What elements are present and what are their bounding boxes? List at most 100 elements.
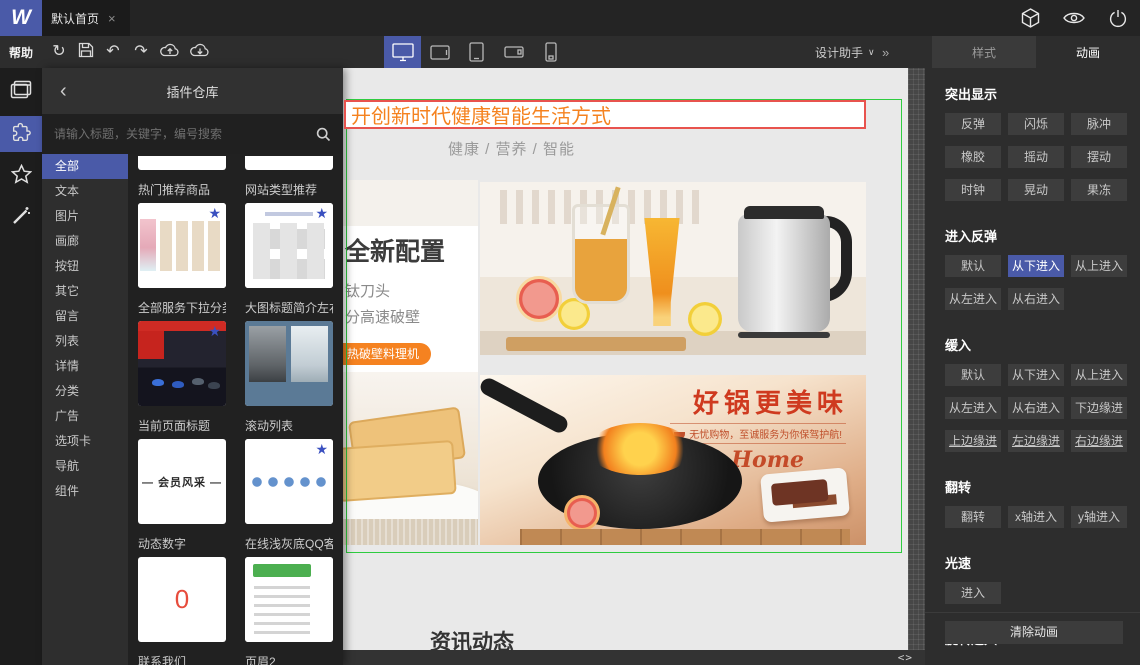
sidebar-pages-button[interactable] <box>0 74 42 110</box>
tab-style[interactable]: 样式 <box>932 36 1036 68</box>
animation-button[interactable]: 从左进入 <box>945 288 1001 310</box>
animation-button[interactable]: 从上进入 <box>1071 255 1127 277</box>
category-item[interactable]: 图片 <box>42 204 128 229</box>
animation-button[interactable]: 从左进入 <box>945 397 1001 419</box>
refresh-icon[interactable]: ↻ <box>50 37 68 67</box>
category-item[interactable]: 全部 <box>42 154 128 179</box>
category-item[interactable]: 选项卡 <box>42 429 128 454</box>
back-icon[interactable]: ‹ <box>60 68 67 114</box>
animation-button[interactable]: 默认 <box>945 364 1001 386</box>
promo-button[interactable]: 热破壁料理机 <box>343 343 432 365</box>
plugin-card[interactable]: 大图标题简介左右切... <box>245 288 333 406</box>
animation-button[interactable]: 进入 <box>945 582 1001 604</box>
sidebar-tools-button[interactable] <box>0 200 42 236</box>
animation-button[interactable]: 翻转 <box>945 506 1001 528</box>
device-phone-portrait-button[interactable] <box>532 36 569 68</box>
animation-button[interactable]: 脉冲 <box>1071 113 1127 135</box>
canvas-scrollbar[interactable] <box>908 68 925 650</box>
plugin-card[interactable]: 当前页面标题 — 会员风采 — <box>138 406 226 524</box>
category-item[interactable]: 其它 <box>42 279 128 304</box>
animation-button[interactable]: 从下进入 <box>1008 364 1064 386</box>
search-icon[interactable] <box>303 127 343 142</box>
plugin-card-thumbnail[interactable]: ★ <box>245 439 333 524</box>
hero-subtitle[interactable]: 健康 / 营养 / 智能 <box>448 138 575 159</box>
animation-button[interactable]: 从右进入 <box>1008 397 1064 419</box>
animation-button[interactable]: 从右进入 <box>1008 288 1064 310</box>
animation-button[interactable]: 反弹 <box>945 113 1001 135</box>
animation-button[interactable]: 果冻 <box>1071 179 1127 201</box>
category-item[interactable]: 列表 <box>42 329 128 354</box>
plugin-card[interactable]: 联系我们 <box>138 642 226 665</box>
plugin-card-thumbnail[interactable]: 0 <box>138 557 226 642</box>
device-tablet-portrait-button[interactable] <box>458 36 495 68</box>
plugin-card-thumbnail[interactable]: — 会员风采 — <box>138 439 226 524</box>
plugin-card[interactable]: 在线浅灰底QQ客服 <box>245 524 333 642</box>
plugin-card[interactable]: 滚动列表 ★ <box>245 406 333 524</box>
animation-button[interactable]: 时钟 <box>945 179 1001 201</box>
animation-button[interactable]: 摆动 <box>1071 146 1127 168</box>
plugin-card-thumbnail[interactable] <box>245 321 333 406</box>
animation-button[interactable]: 摇动 <box>1008 146 1064 168</box>
plugin-card-thumbnail[interactable]: ★ <box>138 321 226 406</box>
clear-animation-button[interactable]: 清除动画 <box>945 621 1123 644</box>
cloud-download-icon[interactable] <box>190 42 210 62</box>
category-item[interactable]: 分类 <box>42 379 128 404</box>
wok-banner-image[interactable]: 好锅更美味 无忧购物，至诚服务为你保驾护航! Warm Home <box>480 375 866 545</box>
plugin-card-thumbnail[interactable]: ★ <box>245 203 333 288</box>
plugin-card[interactable]: 动态数字 0 <box>138 524 226 642</box>
plugin-card[interactable]: 页眉2 <box>245 642 333 665</box>
design-assistant-dropdown[interactable]: 设计助手 ∨ <box>815 36 875 68</box>
help-button[interactable]: 帮助 <box>0 36 42 68</box>
category-item[interactable]: 组件 <box>42 479 128 504</box>
animation-button[interactable]: 右边缘进 <box>1071 430 1127 452</box>
animation-button[interactable]: 下边缘进 <box>1071 397 1127 419</box>
category-item[interactable]: 导航 <box>42 454 128 479</box>
collapse-panel-icon[interactable]: » <box>882 36 889 68</box>
category-item[interactable]: 详情 <box>42 354 128 379</box>
code-view-icon[interactable]: <> <box>898 650 913 665</box>
animation-button[interactable]: 左边缘进 <box>1008 430 1064 452</box>
close-tab-icon[interactable]: × <box>108 11 116 26</box>
eye-icon[interactable] <box>1052 0 1096 36</box>
category-item[interactable]: 广告 <box>42 404 128 429</box>
category-item[interactable]: 文本 <box>42 179 128 204</box>
plugin-card[interactable]: 网站类型推荐 ★ <box>245 170 333 288</box>
plugin-search-input[interactable] <box>42 127 303 141</box>
device-phone-landscape-button[interactable] <box>495 36 532 68</box>
plugin-card[interactable]: 热门推荐商品 ★ <box>138 170 226 288</box>
category-item[interactable]: 画廊 <box>42 229 128 254</box>
animation-button[interactable]: 上边缘进 <box>945 430 1001 452</box>
toast-image[interactable] <box>343 372 478 545</box>
redo-icon[interactable]: ↷ <box>132 37 150 67</box>
sidebar-favorites-button[interactable] <box>0 158 42 194</box>
plugin-card[interactable]: 全部服务下拉分类带... ★ <box>138 288 226 406</box>
plugin-card-thumbnail[interactable] <box>245 557 333 642</box>
promo-card[interactable]: 全新配置 钛刀头 分高速破壁 热破壁料理机 <box>343 180 478 372</box>
category-item[interactable]: 留言 <box>42 304 128 329</box>
animation-button[interactable]: 晃动 <box>1008 179 1064 201</box>
plugin-card-partial[interactable] <box>245 156 333 170</box>
animation-button[interactable]: 从下进入 <box>1008 255 1064 277</box>
animation-button[interactable]: 默认 <box>945 255 1001 277</box>
cloud-upload-icon[interactable] <box>160 42 180 62</box>
animation-button[interactable]: y轴进入 <box>1071 506 1127 528</box>
undo-icon[interactable]: ↶ <box>104 37 122 67</box>
animation-button[interactable]: x轴进入 <box>1008 506 1064 528</box>
animation-button[interactable]: 闪烁 <box>1008 113 1064 135</box>
sidebar-plugins-button[interactable] <box>0 116 42 152</box>
device-desktop-button[interactable] <box>384 36 421 68</box>
tab-animation[interactable]: 动画 <box>1036 36 1140 68</box>
plugin-card-thumbnail[interactable]: ★ <box>138 203 226 288</box>
cube-icon[interactable] <box>1008 0 1052 36</box>
animation-button[interactable]: 橡胶 <box>945 146 1001 168</box>
plugin-card-partial[interactable] <box>138 156 226 170</box>
page-tab[interactable]: 默认首页 × <box>42 0 130 36</box>
animation-button[interactable]: 从上进入 <box>1071 364 1127 386</box>
category-item[interactable]: 按钮 <box>42 254 128 279</box>
design-canvas[interactable]: 开创新时代健康智能生活方式 健康 / 营养 / 智能 全新配置 钛刀头 分高速破… <box>343 68 908 650</box>
selected-title-element[interactable]: 开创新时代健康智能生活方式 <box>344 100 866 129</box>
kettle-banner-image[interactable] <box>480 182 866 355</box>
power-icon[interactable] <box>1096 0 1140 36</box>
device-tablet-landscape-button[interactable] <box>421 36 458 68</box>
save-icon[interactable] <box>78 42 94 63</box>
